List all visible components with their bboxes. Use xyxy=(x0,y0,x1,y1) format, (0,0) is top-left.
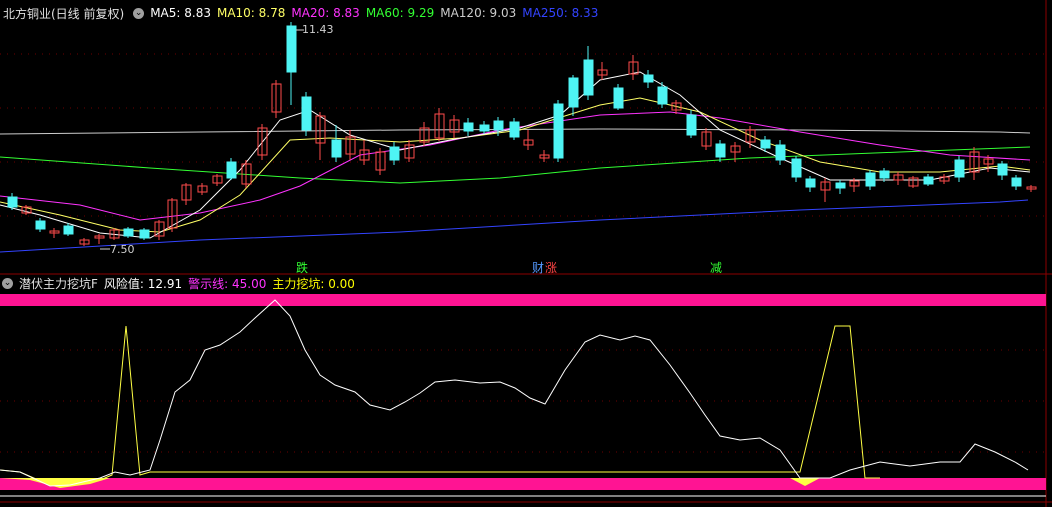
candlestick xyxy=(583,59,594,96)
event-marker-rise[interactable]: 涨 xyxy=(545,259,557,276)
candlestick xyxy=(835,182,846,189)
candlestick xyxy=(226,161,237,179)
event-marker-reduce[interactable]: 减 xyxy=(710,259,722,276)
candlestick xyxy=(643,74,654,83)
candlestick xyxy=(715,143,726,158)
candlestick xyxy=(923,176,934,185)
ma5-line xyxy=(0,71,1031,239)
candlestick xyxy=(775,144,786,161)
candlestick xyxy=(35,220,46,230)
candlestick xyxy=(7,196,18,208)
candlestick xyxy=(389,146,400,161)
candlestick xyxy=(493,120,504,131)
low-price-label: 7.50 xyxy=(110,243,135,256)
collapse-circle-icon[interactable]: ⌄ xyxy=(2,277,13,289)
indicator-panel-header: ⌄ 潜伏主力挖坑F 风险值: 12.91 警示线: 45.00 主力挖坑: 0.… xyxy=(0,274,361,292)
ma60-label: MA60: 9.29 xyxy=(365,6,435,20)
candlestick xyxy=(879,170,890,179)
candlestick xyxy=(509,121,520,138)
risk-value-line xyxy=(0,299,1029,487)
candlestick xyxy=(613,87,624,109)
dig-pit-line xyxy=(0,325,880,487)
candlestick xyxy=(123,228,134,237)
candlestick xyxy=(657,86,668,105)
kline-canvas[interactable] xyxy=(0,0,1052,507)
candlestick xyxy=(865,172,876,187)
collapse-circle-icon[interactable]: ⌄ xyxy=(133,7,145,19)
ma10-label: MA10: 8.78 xyxy=(216,6,286,20)
candlestick xyxy=(463,122,474,132)
ma20-label: MA20: 8.83 xyxy=(291,6,360,20)
candlestick xyxy=(686,114,697,136)
main-panel-header: 北方铜业(日线 前复权) ⌄ MA5: 8.83 MA10: 8.78 MA20… xyxy=(0,4,604,22)
candlestick xyxy=(301,96,312,131)
ma10-line xyxy=(0,97,1031,233)
warning-line-label: 警示线: 45.00 xyxy=(188,276,267,291)
ma250-label: MA250: 8.33 xyxy=(522,6,599,20)
risk-value-label: 风险值: 12.91 xyxy=(103,276,183,291)
candlestick xyxy=(1011,177,1022,187)
warning-band-bottom xyxy=(0,478,1046,490)
high-price-label: 11.43 xyxy=(302,23,334,36)
dig-pit-label: 主力挖坑: 0.00 xyxy=(272,276,355,291)
warning-band-top xyxy=(0,294,1046,306)
candlestick xyxy=(286,25,297,73)
candlestick xyxy=(139,229,150,239)
indicator-name: 潜伏主力挖坑F xyxy=(19,276,98,291)
event-marker-finance[interactable]: 财 xyxy=(532,259,544,276)
candlestick xyxy=(791,158,802,178)
candlestick xyxy=(954,159,965,178)
candlestick xyxy=(479,124,490,132)
candlestick xyxy=(331,139,342,158)
stock-title: 北方铜业(日线 前复权) xyxy=(3,6,125,21)
candlestick xyxy=(63,225,74,235)
ma120-label: MA120: 9.03 xyxy=(440,6,517,20)
candlestick xyxy=(805,178,816,188)
candlestick xyxy=(997,163,1008,176)
event-marker-fall[interactable]: 跌 xyxy=(296,259,308,276)
ma5-label: MA5: 8.83 xyxy=(150,6,211,20)
candlestick xyxy=(553,103,564,159)
candlestick xyxy=(760,139,771,149)
ma250-line xyxy=(0,199,1029,253)
candlestick xyxy=(568,77,579,108)
chart-window: 北方铜业(日线 前复权) ⌄ MA5: 8.83 MA10: 8.78 MA20… xyxy=(0,0,1052,507)
